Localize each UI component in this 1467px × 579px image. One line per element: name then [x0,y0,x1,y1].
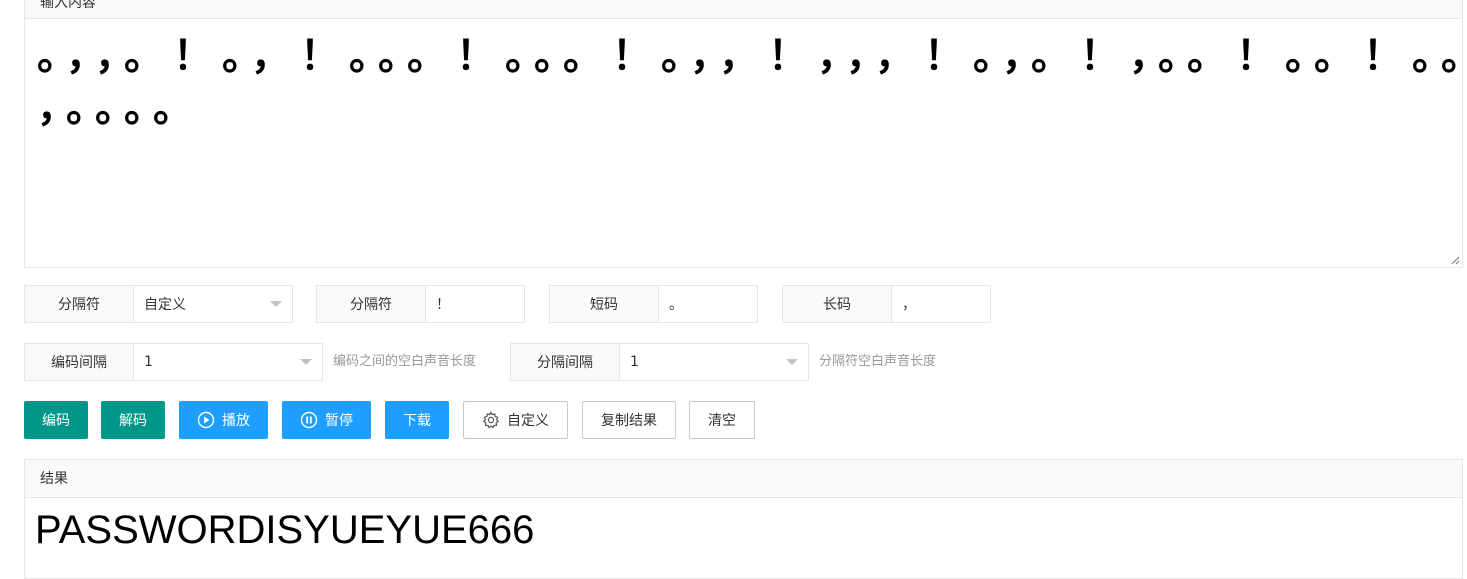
download-button-label: 下载 [403,413,431,429]
encode-button[interactable]: 编码 [24,401,88,439]
clear-button[interactable]: 清空 [689,401,755,439]
code-interval-label: 编码间隔 [25,344,134,380]
separator-interval-text: 1 [630,354,639,370]
pause-circle-icon [300,411,318,429]
play-button-label: 播放 [222,413,250,429]
code-interval-text: 1 [144,354,153,370]
result-text[interactable]: PASSWORDISYUEYUE666 [25,498,1462,562]
code-interval-select[interactable]: 编码间隔 1 [24,343,323,381]
custom-button-label: 自定义 [507,413,549,429]
input-textarea[interactable]: 。，，。！。，！。。。！。。。！。，，！，，，！。，。！，。。！。。！。。。！，… [25,20,1462,267]
short-code-input[interactable]: 。 [659,286,757,322]
decode-button-label: 解码 [119,413,147,429]
resize-grip-icon[interactable] [1450,255,1460,265]
separator-input[interactable]: ！ [426,286,524,322]
separator-label: 分隔符 [317,286,426,322]
decode-button[interactable]: 解码 [101,401,165,439]
separator-interval-select[interactable]: 分隔间隔 1 [510,343,809,381]
separator-interval-hint: 分隔符空白声音长度 [819,354,937,369]
clear-button-label: 清空 [708,413,736,429]
separator-field[interactable]: 分隔符 ！ [316,285,525,323]
input-panel-header: 输入内容 [25,0,1462,19]
short-code-label: 短码 [550,286,659,322]
copy-result-button-label: 复制结果 [601,413,657,429]
play-circle-icon [197,411,215,429]
caret-down-icon [270,301,282,307]
separator-mode-value[interactable]: 自定义 [134,286,292,322]
pause-button-label: 暂停 [325,413,353,429]
input-panel: 输入内容 。，，。！。，！。。。！。。。！。，，！，，，！。，。！，。。！。。！… [24,0,1463,268]
separator-mode-select[interactable]: 分隔符 自定义 [24,285,293,323]
separator-interval-label: 分隔间隔 [511,344,620,380]
pause-button[interactable]: 暂停 [282,401,371,439]
short-code-field[interactable]: 短码 。 [549,285,758,323]
download-button[interactable]: 下载 [385,401,449,439]
copy-result-button[interactable]: 复制结果 [582,401,676,439]
gear-icon [482,411,500,429]
code-interval-hint: 编码之间的空白声音长度 [333,354,477,369]
result-panel-header: 结果 [25,460,1462,498]
custom-button[interactable]: 自定义 [463,401,568,439]
separator-mode-text: 自定义 [144,297,186,313]
play-button[interactable]: 播放 [179,401,268,439]
long-code-input[interactable]: ， [892,286,990,322]
long-code-field[interactable]: 长码 ， [782,285,991,323]
caret-down-icon [300,359,312,365]
separator-interval-value[interactable]: 1 [620,344,808,380]
result-panel: 结果 PASSWORDISYUEYUE666 [24,459,1463,579]
encode-button-label: 编码 [42,413,70,429]
long-code-label: 长码 [783,286,892,322]
code-interval-value[interactable]: 1 [134,344,322,380]
caret-down-icon [786,359,798,365]
separator-mode-label: 分隔符 [25,286,134,322]
